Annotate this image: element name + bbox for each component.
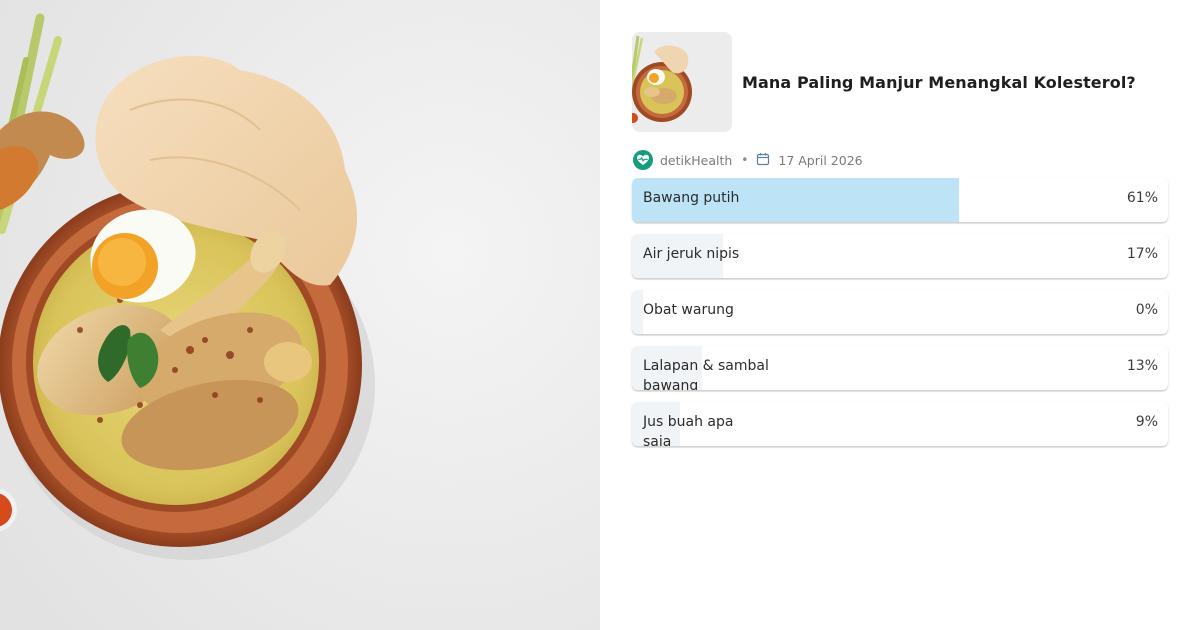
hero-image: [0, 0, 600, 630]
poll-option[interactable]: Air jeruk nipis 17%: [632, 234, 1168, 278]
thumbnail-illustration: [632, 32, 732, 132]
option-label: Lalapan & sambal bawang: [643, 358, 769, 390]
option-percent: 9%: [1135, 414, 1158, 430]
option-percent: 17%: [1126, 246, 1158, 262]
poll-title: Mana Paling Manjur Menangkal Kolesterol?: [742, 72, 1136, 92]
option-label: Bawang putih: [643, 190, 740, 206]
meta-separator: •: [741, 153, 749, 167]
option-label: Obat warung: [643, 302, 734, 318]
poll-meta: detikHealth • 17 April 2026: [632, 149, 1168, 171]
opor-ayam-illustration: [0, 0, 600, 630]
heart-pulse-icon: [633, 150, 653, 170]
option-label: Jus buah apa saja: [643, 414, 734, 446]
poll-option[interactable]: Jus buah apa saja 9%: [632, 402, 1168, 446]
calendar-icon: [756, 152, 770, 166]
option-result-bar: [632, 290, 643, 334]
option-percent: 13%: [1126, 358, 1158, 374]
option-percent: 61%: [1126, 190, 1158, 206]
poll-date: 17 April 2026: [778, 152, 863, 168]
option-label: Air jeruk nipis: [643, 246, 740, 262]
poll-option[interactable]: Bawang putih 61%: [632, 178, 1168, 222]
poll-panel: Mana Paling Manjur Menangkal Kolesterol?…: [632, 32, 1168, 458]
poll-options: Bawang putih 61% Air jeruk nipis 17% Oba…: [632, 178, 1168, 446]
source-name[interactable]: detikHealth: [660, 153, 732, 168]
option-percent: 0%: [1135, 302, 1158, 318]
poll-thumbnail: [632, 32, 732, 132]
poll-header: Mana Paling Manjur Menangkal Kolesterol?: [632, 32, 1168, 132]
poll-option[interactable]: Lalapan & sambal bawang 13%: [632, 346, 1168, 390]
poll-option[interactable]: Obat warung 0%: [632, 290, 1168, 334]
